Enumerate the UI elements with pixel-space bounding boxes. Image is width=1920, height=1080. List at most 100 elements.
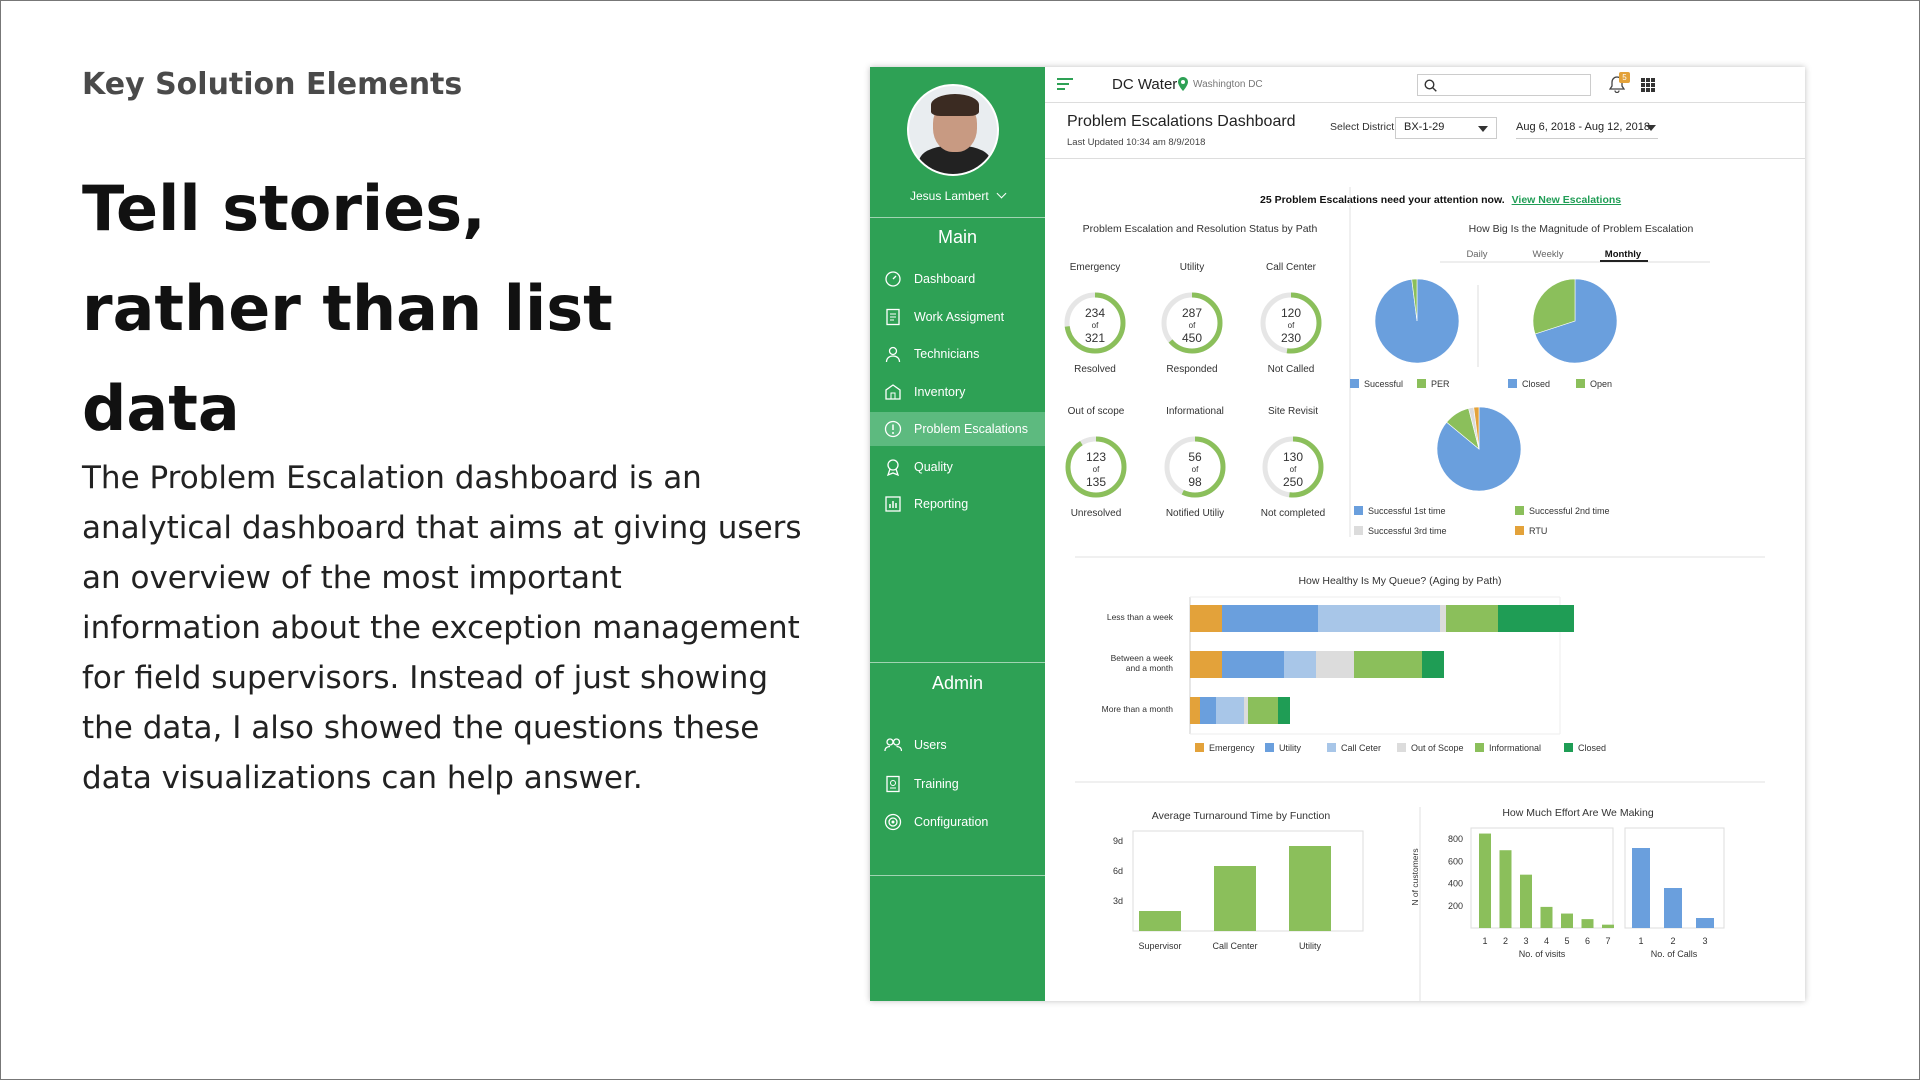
queue-bar-utility bbox=[1200, 697, 1216, 724]
legend-label: Successful 2nd time bbox=[1529, 506, 1610, 516]
queue-bar-out-of-scope bbox=[1440, 605, 1446, 632]
effort-x-axis-label: No. of Calls bbox=[1651, 949, 1698, 959]
ring-of: of bbox=[1192, 465, 1199, 474]
queue-bar-call-ceter bbox=[1216, 697, 1244, 724]
avatar-hair bbox=[931, 94, 979, 116]
sidebar-item-label: Configuration bbox=[914, 815, 989, 829]
legend-swatch bbox=[1515, 526, 1524, 535]
legend-label: Open bbox=[1590, 379, 1612, 389]
sidebar-item-technicians[interactable]: Technicians bbox=[870, 337, 1045, 371]
sidebar-item-training[interactable]: Training bbox=[870, 767, 1045, 801]
x-tick-label: 2 bbox=[1670, 936, 1675, 946]
ring-value: 120 bbox=[1281, 306, 1301, 320]
charts-area: Problem Escalation and Resolution Status… bbox=[1064, 187, 1765, 1001]
legend-swatch bbox=[1354, 506, 1363, 515]
sidebar-item-reporting[interactable]: Reporting bbox=[870, 487, 1045, 521]
sidebar-item-label: Work Assigment bbox=[914, 309, 1005, 324]
sidebar-item-quality[interactable]: Quality bbox=[870, 450, 1045, 484]
divider bbox=[870, 662, 1045, 663]
legend-swatch bbox=[1350, 379, 1359, 388]
x-tick-label: 6 bbox=[1585, 936, 1590, 946]
training-icon bbox=[884, 775, 902, 793]
ring-total: 450 bbox=[1182, 331, 1202, 345]
ring-of: of bbox=[1189, 321, 1196, 330]
ring-top-label: Utility bbox=[1180, 262, 1204, 273]
legend-label: RTU bbox=[1529, 526, 1547, 536]
legend-swatch bbox=[1564, 743, 1573, 752]
ring-value: 56 bbox=[1188, 450, 1202, 464]
magnitude-title: How Big Is the Magnitude of Problem Esca… bbox=[1469, 223, 1694, 235]
x-tick-label: Call Center bbox=[1212, 941, 1257, 951]
sidebar-item-label: Reporting bbox=[914, 497, 969, 511]
legend-label: Successful 1st time bbox=[1368, 506, 1446, 516]
legend-label: Emergency bbox=[1209, 743, 1255, 753]
x-tick-label: 3 bbox=[1523, 936, 1528, 946]
main-section-title: Main bbox=[937, 227, 977, 247]
y-tick-label: 800 bbox=[1448, 834, 1463, 844]
legend-label: Sucessful bbox=[1364, 379, 1403, 389]
ring-total: 250 bbox=[1283, 475, 1303, 489]
dashboard-screenshot: Jesus Lambert Main Dashboard Work Assigme… bbox=[870, 67, 1805, 1001]
building-icon bbox=[884, 383, 902, 401]
effort-visits-bar bbox=[1561, 913, 1573, 928]
user-menu[interactable]: Jesus Lambert bbox=[870, 188, 1045, 203]
headline: Tell stories, rather than list data bbox=[82, 172, 613, 445]
legend-swatch bbox=[1265, 743, 1274, 752]
legend-label: Closed bbox=[1522, 379, 1550, 389]
effort-visits-bar bbox=[1479, 833, 1491, 928]
ring-bottom-label: Notified Utiliy bbox=[1166, 508, 1224, 519]
legend-label: Utility bbox=[1279, 743, 1301, 753]
queue-row-label: Between a week bbox=[1111, 653, 1174, 663]
legend-swatch bbox=[1354, 526, 1363, 535]
legend-swatch bbox=[1195, 743, 1204, 752]
effort-calls-bar bbox=[1664, 888, 1682, 928]
sidebar-item-label: Users bbox=[914, 738, 947, 752]
legend-label: Informational bbox=[1489, 743, 1541, 753]
queue-title: How Healthy Is My Queue? (Aging by Path) bbox=[1298, 575, 1501, 587]
sidebar-item-dashboard[interactable]: Dashboard bbox=[870, 262, 1045, 296]
ring-value: 130 bbox=[1283, 450, 1303, 464]
effort-visits-bar bbox=[1520, 874, 1532, 928]
sidebar-item-label: Training bbox=[914, 776, 959, 791]
y-tick-label: 600 bbox=[1448, 856, 1463, 866]
ring-bottom-label: Not Called bbox=[1268, 364, 1315, 375]
ring-of: of bbox=[1092, 321, 1099, 330]
ring-total: 230 bbox=[1281, 331, 1301, 345]
x-tick-label: 1 bbox=[1482, 936, 1487, 946]
x-tick-label: 2 bbox=[1503, 936, 1508, 946]
queue-bar-emergency bbox=[1190, 605, 1222, 632]
queue-bar-emergency bbox=[1190, 651, 1222, 678]
sidebar-item-inventory[interactable]: Inventory bbox=[870, 375, 1045, 409]
legend-label: Out of Scope bbox=[1411, 743, 1464, 753]
sidebar-item-work-assigment[interactable]: Work Assigment bbox=[870, 300, 1045, 334]
user-name: Jesus Lambert bbox=[909, 189, 989, 203]
kicker: Key Solution Elements bbox=[82, 67, 463, 102]
sidebar-item-users[interactable]: Users bbox=[870, 728, 1045, 762]
sidebar-item-label: Dashboard bbox=[914, 272, 976, 286]
effort-visits-bar bbox=[1602, 924, 1614, 928]
ring-total: 98 bbox=[1188, 475, 1202, 489]
y-tick-label: 6d bbox=[1113, 866, 1123, 876]
turnaround-bar-supervisor bbox=[1139, 911, 1181, 931]
sidebar-item-label: Problem Escalations bbox=[914, 422, 1028, 436]
turnaround-title: Average Turnaround Time by Function bbox=[1152, 810, 1331, 822]
sidebar-item-configuration[interactable]: Configuration bbox=[870, 805, 1045, 839]
ring-top-label: Site Revisit bbox=[1268, 406, 1318, 417]
queue-row-label: Less than a week bbox=[1107, 612, 1174, 622]
x-tick-label: 4 bbox=[1544, 936, 1549, 946]
ring-bottom-label: Resolved bbox=[1074, 364, 1116, 375]
report-icon bbox=[884, 495, 902, 513]
legend-swatch bbox=[1417, 379, 1426, 388]
effort-visits-bar bbox=[1581, 919, 1594, 928]
tab-weekly: Weekly bbox=[1533, 249, 1564, 260]
ring-total: 321 bbox=[1085, 331, 1105, 345]
queue-row-label: More than a month bbox=[1102, 704, 1174, 714]
sidebar-item-problem-escalations[interactable]: Problem Escalations bbox=[870, 412, 1045, 446]
tab-monthly: Monthly bbox=[1605, 249, 1642, 260]
gear-icon bbox=[884, 813, 902, 831]
avatar[interactable] bbox=[907, 84, 999, 176]
x-tick-label: 5 bbox=[1564, 936, 1569, 946]
alert-circle-icon bbox=[884, 420, 902, 438]
effort-x-axis-label: No. of visits bbox=[1519, 949, 1566, 959]
ring-value: 287 bbox=[1182, 306, 1202, 320]
